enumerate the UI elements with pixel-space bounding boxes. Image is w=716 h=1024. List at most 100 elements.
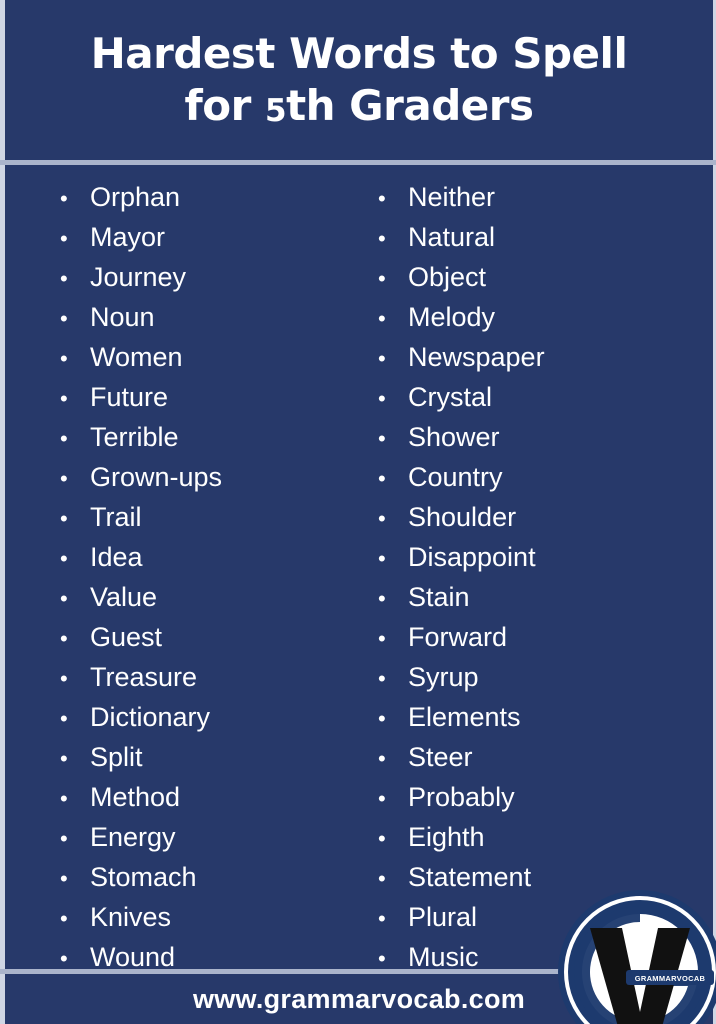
word-label: Guest xyxy=(90,622,163,652)
bullet-icon: • xyxy=(378,546,386,571)
bullet-icon: • xyxy=(60,226,68,251)
word-label: Statement xyxy=(408,862,532,892)
word-label: Value xyxy=(90,582,158,612)
word-label: Stain xyxy=(408,582,470,612)
word-label: Energy xyxy=(90,822,176,852)
word-label: Noun xyxy=(90,302,155,332)
bullet-icon: • xyxy=(60,266,68,291)
list-item: • Natural xyxy=(378,217,713,257)
word-label: Knives xyxy=(90,902,172,932)
bullet-icon: • xyxy=(60,786,68,811)
word-label: Eighth xyxy=(408,822,485,852)
bullet-icon: • xyxy=(60,186,68,211)
bullet-icon: • xyxy=(60,826,68,851)
bullet-icon: • xyxy=(60,626,68,651)
bullet-icon: • xyxy=(378,506,386,531)
word-label: Newspaper xyxy=(408,342,545,372)
bullet-icon: • xyxy=(60,586,68,611)
word-label: Idea xyxy=(90,542,143,572)
bullet-icon: • xyxy=(60,426,68,451)
list-item: • Probably xyxy=(378,777,713,817)
word-label: Shoulder xyxy=(408,502,517,532)
bullet-icon: • xyxy=(378,466,386,491)
word-label: Stomach xyxy=(90,862,197,892)
word-label: Treasure xyxy=(90,662,198,692)
word-label: Trail xyxy=(90,502,142,532)
list-item: • Forward xyxy=(378,617,713,657)
list-item: • Mayor xyxy=(60,217,353,257)
list-item: • Knives xyxy=(60,897,353,937)
bullet-icon: • xyxy=(60,346,68,371)
bullet-icon: • xyxy=(60,546,68,571)
word-label: Steer xyxy=(408,742,473,772)
word-label: Split xyxy=(90,742,143,772)
word-label: Terrible xyxy=(90,422,179,452)
word-label: Journey xyxy=(90,262,187,292)
list-item: • Future xyxy=(60,377,353,417)
word-label: Country xyxy=(408,462,503,492)
word-label: Orphan xyxy=(90,182,181,212)
bullet-icon: • xyxy=(60,666,68,691)
title-grade-number: 5 xyxy=(265,93,287,129)
logo-badge-label: GRAMMARVOCAB xyxy=(635,974,706,983)
bullet-icon: • xyxy=(378,306,386,331)
word-label: Method xyxy=(90,782,181,812)
list-item: • Noun xyxy=(60,297,353,337)
list-item: • Journey xyxy=(60,257,353,297)
list-item: • Syrup xyxy=(378,657,713,697)
list-item: • Steer xyxy=(378,737,713,777)
poster-title-line-2: for 5th Graders xyxy=(185,80,534,133)
list-item: • Melody xyxy=(378,297,713,337)
bullet-icon: • xyxy=(378,746,386,771)
list-item: • Stain xyxy=(378,577,713,617)
bullet-icon: • xyxy=(378,346,386,371)
list-item: • Terrible xyxy=(60,417,353,457)
left-column: • Orphan • Mayor • Journey • Noun • Women • Future •… xyxy=(5,165,353,972)
bullet-icon: • xyxy=(378,786,386,811)
bullet-icon: • xyxy=(60,506,68,531)
list-item: • Method xyxy=(60,777,353,817)
list-item: • Neither xyxy=(378,177,713,217)
word-label: Melody xyxy=(408,302,496,332)
list-item: • Grown-ups xyxy=(60,457,353,497)
list-item: • Value xyxy=(60,577,353,617)
logo-mark-icon: GRAMMARVOCAB xyxy=(558,890,716,1024)
list-item: • Country xyxy=(378,457,713,497)
word-label: Grown-ups xyxy=(90,462,223,492)
word-label: Syrup xyxy=(408,662,479,692)
right-word-list: • Neither • Natural • Object • Melody • Newspaper… xyxy=(378,177,713,977)
word-label: Dictionary xyxy=(90,702,211,732)
list-item: • Orphan xyxy=(60,177,353,217)
title-prefix: for xyxy=(184,81,265,130)
left-word-list: • Orphan • Mayor • Journey • Noun • Women • Future •… xyxy=(60,177,353,977)
list-item: • Trail xyxy=(60,497,353,537)
list-item: • Crystal xyxy=(378,377,713,417)
word-label: Plural xyxy=(408,902,478,932)
poster-title-line-1: Hardest Words to Spell xyxy=(90,28,628,78)
bullet-icon: • xyxy=(378,586,386,611)
list-item: • Eighth xyxy=(378,817,713,857)
list-item: • Shower xyxy=(378,417,713,457)
word-label: Crystal xyxy=(408,382,493,412)
list-item: • Treasure xyxy=(60,657,353,697)
list-item: • Shoulder xyxy=(378,497,713,537)
right-column: • Neither • Natural • Object • Melody • Newspaper… xyxy=(353,165,713,972)
list-item: • Split xyxy=(60,737,353,777)
list-item: • Newspaper xyxy=(378,337,713,377)
word-label: Mayor xyxy=(90,222,166,252)
poster-canvas: Hardest Words to Spell for 5th Graders •… xyxy=(0,0,716,1024)
bullet-icon: • xyxy=(60,706,68,731)
list-item: • Stomach xyxy=(60,857,353,897)
bullet-icon: • xyxy=(60,306,68,331)
list-item: • Dictionary xyxy=(60,697,353,737)
bullet-icon: • xyxy=(60,866,68,891)
bullet-icon: • xyxy=(378,186,386,211)
bullet-icon: • xyxy=(378,906,386,931)
word-label: Natural xyxy=(408,222,496,252)
website-url[interactable]: www.grammarvocab.com xyxy=(193,984,525,1015)
word-label: Neither xyxy=(408,182,496,212)
word-label: Women xyxy=(90,342,183,372)
bullet-icon: • xyxy=(378,226,386,251)
bullet-icon: • xyxy=(378,386,386,411)
word-label: Forward xyxy=(408,622,508,652)
